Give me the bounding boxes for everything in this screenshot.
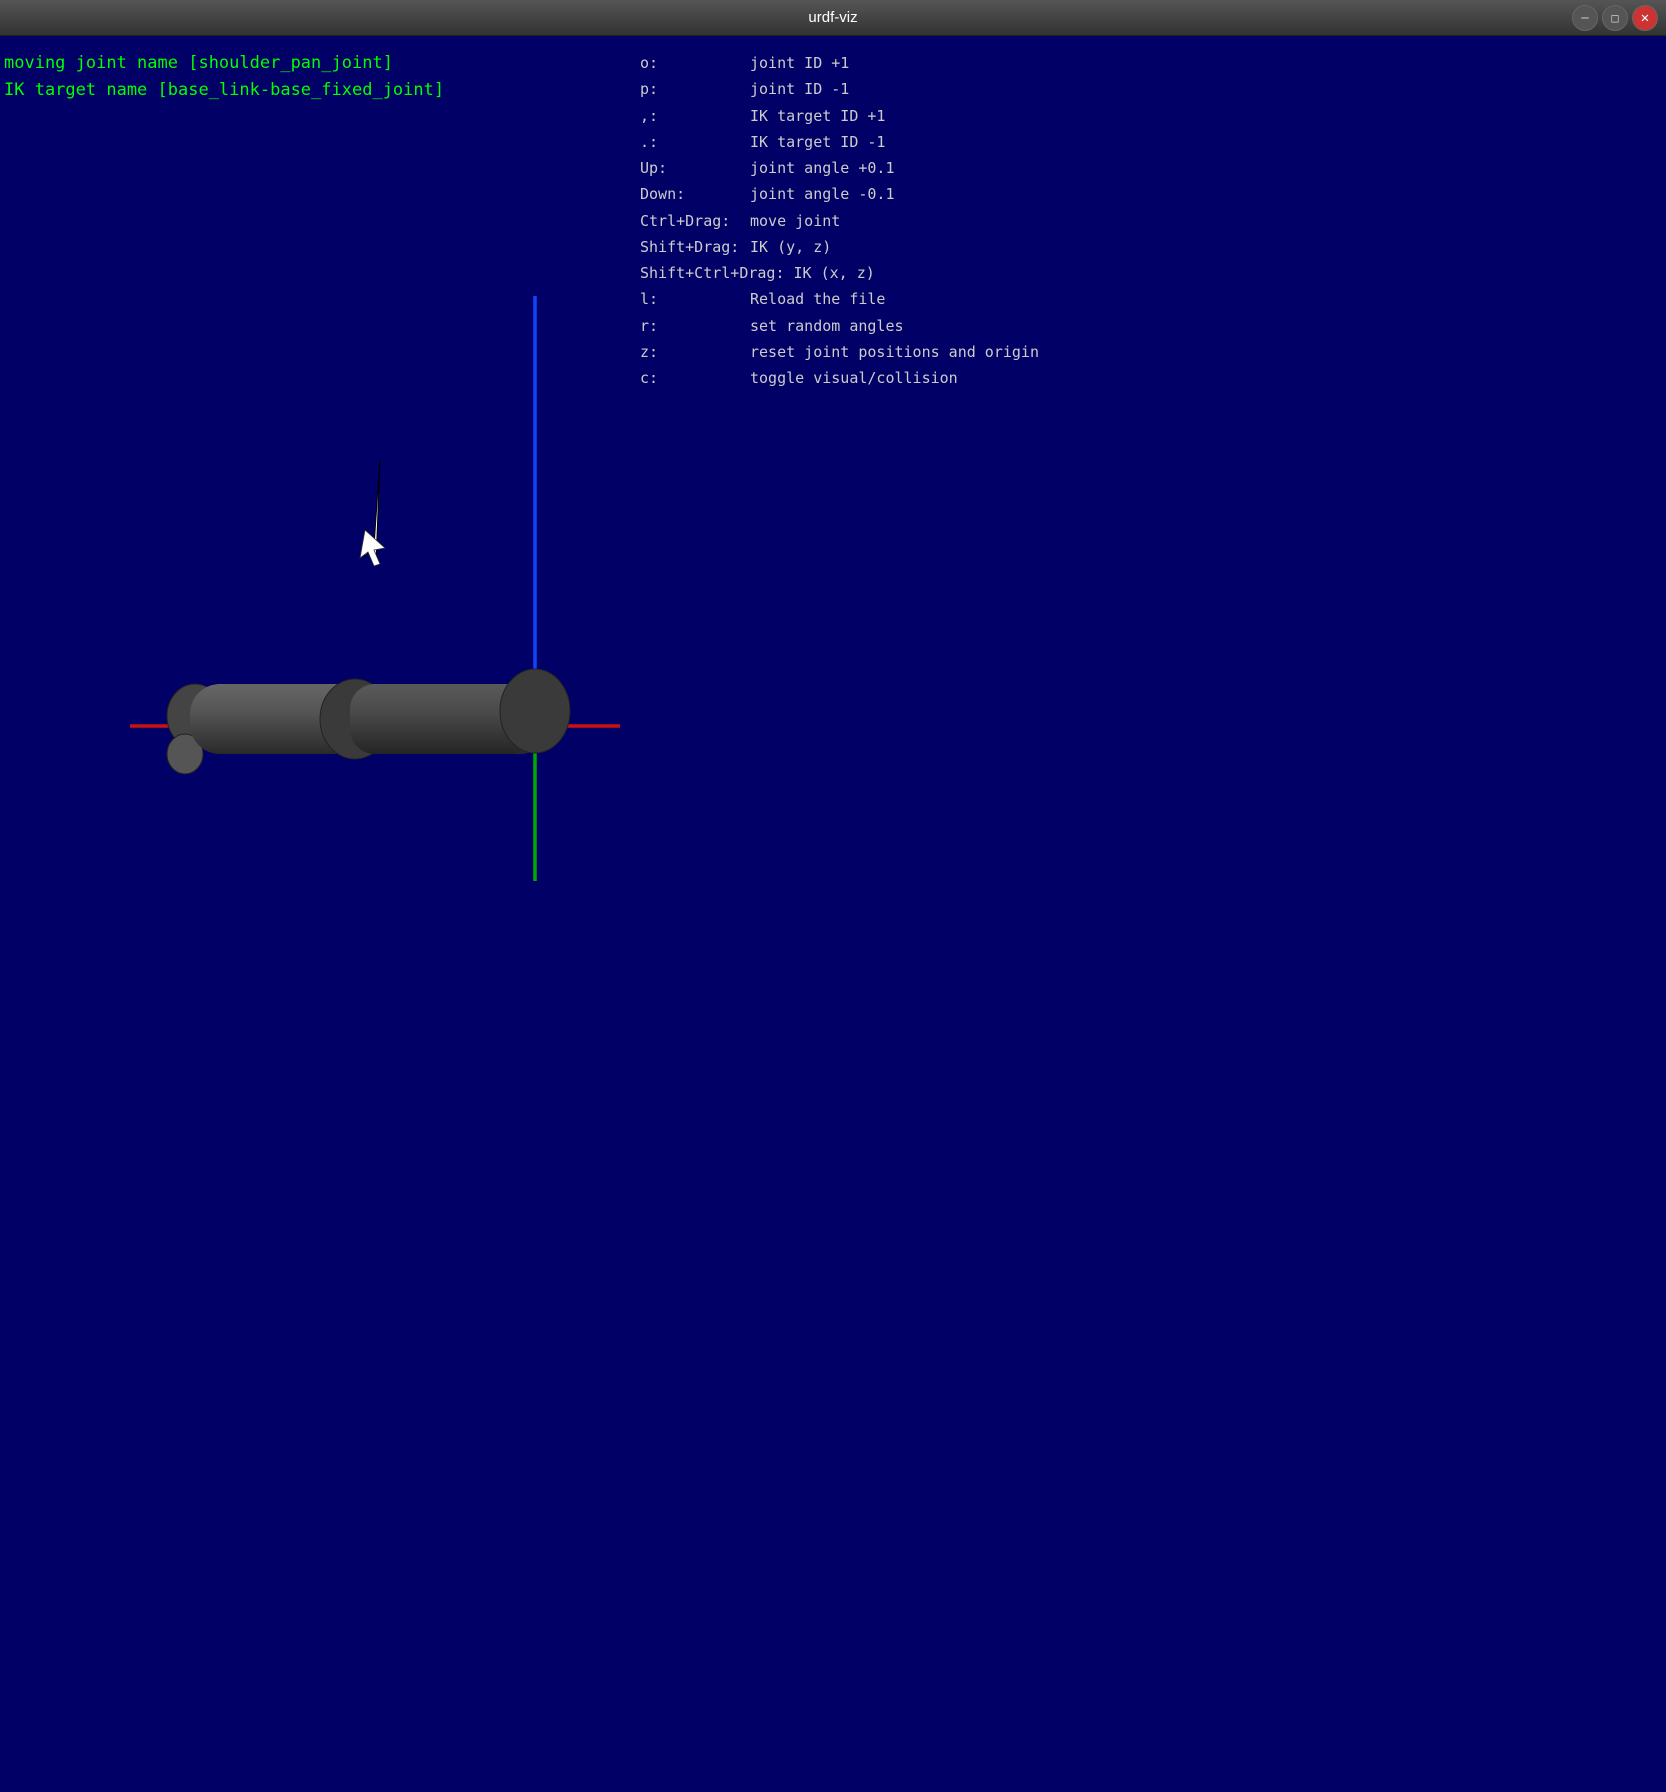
kb-key-3: .: (640, 129, 750, 155)
kb-row-7: Shift+Drag: IK (y, z) (640, 234, 1039, 260)
kb-row-0: o: joint ID +1 (640, 50, 1039, 76)
kb-row-2: ,: IK target ID +1 (640, 103, 1039, 129)
kb-key-1: p: (640, 76, 750, 102)
kb-key-12: c: (640, 365, 750, 391)
joint-right-end (500, 669, 570, 753)
kb-row-10: r: set random angles (640, 313, 1039, 339)
ik-target-label: IK target name [base_link-base_fixed_joi… (4, 77, 444, 104)
kb-key-8: Shift+Ctrl+Drag: (640, 260, 794, 286)
kb-desc-9: Reload the file (750, 286, 885, 312)
joint-left-end (167, 684, 223, 748)
kb-row-4: Up: joint angle +0.1 (640, 155, 1039, 181)
kb-desc-3: IK target ID -1 (750, 129, 885, 155)
robot-arm-body-right (350, 684, 535, 754)
mouse-cursor (365, 460, 380, 562)
joint-mid (320, 679, 390, 759)
kb-key-10: r: (640, 313, 750, 339)
kb-desc-11: reset joint positions and origin (750, 339, 1039, 365)
window-title: urdf-viz (808, 9, 857, 26)
kb-row-11: z: reset joint positions and origin (640, 339, 1039, 365)
kb-row-9: l: Reload the file (640, 286, 1039, 312)
joint-info-panel: moving joint name [shoulder_pan_joint] I… (4, 50, 444, 104)
kb-row-8: Shift+Ctrl+Drag: IK (x, z) (640, 260, 1039, 286)
kb-key-11: z: (640, 339, 750, 365)
keybindings-panel: o: joint ID +1 p: joint ID -1 ,: IK targ… (640, 50, 1039, 391)
kb-desc-1: joint ID -1 (750, 76, 849, 102)
kb-desc-8: IK (x, z) (794, 260, 875, 286)
kb-row-5: Down: joint angle -0.1 (640, 181, 1039, 207)
maximize-button[interactable]: □ (1602, 5, 1628, 31)
main-viewport[interactable]: moving joint name [shoulder_pan_joint] I… (0, 36, 1666, 1792)
kb-row-1: p: joint ID -1 (640, 76, 1039, 102)
kb-desc-5: joint angle -0.1 (750, 181, 895, 207)
kb-row-6: Ctrl+Drag: move joint (640, 208, 1039, 234)
moving-joint-label: moving joint name [shoulder_pan_joint] (4, 50, 444, 77)
kb-desc-10: set random angles (750, 313, 904, 339)
close-button[interactable]: ✕ (1632, 5, 1658, 31)
kb-desc-2: IK target ID +1 (750, 103, 885, 129)
joint-left-stub (167, 734, 203, 774)
kb-key-9: l: (640, 286, 750, 312)
kb-key-5: Down: (640, 181, 750, 207)
kb-row-3: .: IK target ID -1 (640, 129, 1039, 155)
kb-desc-6: move joint (750, 208, 840, 234)
kb-key-6: Ctrl+Drag: (640, 208, 750, 234)
kb-key-4: Up: (640, 155, 750, 181)
minimize-button[interactable]: ─ (1572, 5, 1598, 31)
titlebar: urdf-viz ─ □ ✕ (0, 0, 1666, 36)
kb-desc-0: joint ID +1 (750, 50, 849, 76)
kb-desc-4: joint angle +0.1 (750, 155, 895, 181)
robot-arm-body (190, 684, 550, 754)
kb-row-12: c: toggle visual/collision (640, 365, 1039, 391)
window-controls: ─ □ ✕ (1572, 5, 1658, 31)
kb-key-2: ,: (640, 103, 750, 129)
kb-desc-7: IK (y, z) (750, 234, 831, 260)
kb-key-7: Shift+Drag: (640, 234, 750, 260)
kb-desc-12: toggle visual/collision (750, 365, 958, 391)
kb-key-0: o: (640, 50, 750, 76)
cursor-arrow (360, 530, 385, 566)
